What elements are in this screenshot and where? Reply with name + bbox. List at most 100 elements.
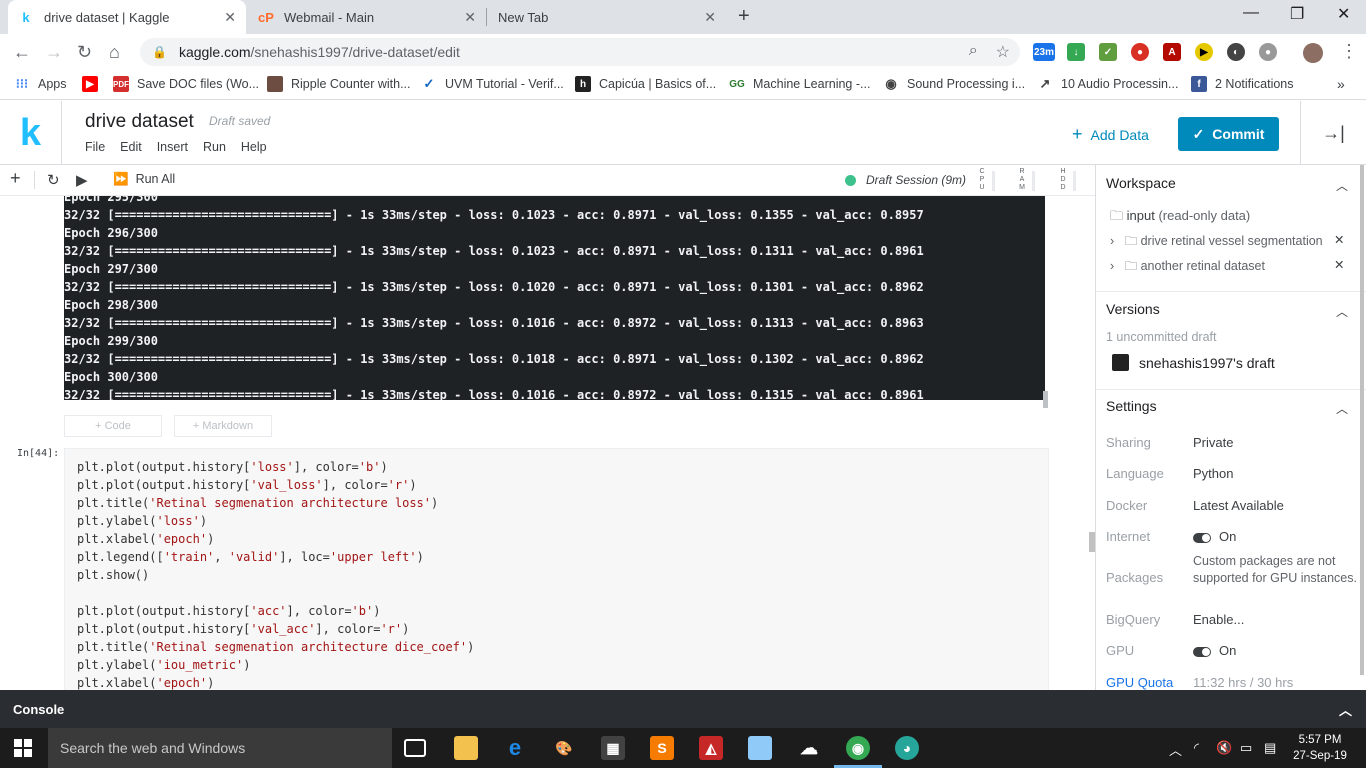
chrome-menu-icon[interactable]: ⋮ — [1340, 41, 1358, 62]
versions-collapse-icon[interactable]: ︿ — [1336, 303, 1348, 320]
output-line: Epoch 298/300 — [64, 298, 158, 312]
forward-arrow-icon[interactable]: → — [45, 42, 63, 63]
tray-chevron-icon[interactable]: ︿ — [1169, 740, 1182, 759]
grey-extension-icon[interactable]: ● — [1259, 43, 1277, 61]
cell-prompt: In[44]: — [17, 448, 60, 459]
record-extension-icon[interactable]: ● — [1131, 43, 1149, 61]
app-icon[interactable]: ◕ — [895, 736, 919, 760]
menu-file[interactable]: File — [85, 140, 105, 154]
bookmark-notifications[interactable]: f 2 Notifications — [1191, 76, 1294, 92]
language-value[interactable]: Python — [1193, 466, 1233, 481]
zoom-search-icon[interactable]: ⌕ — [969, 42, 978, 62]
settings-collapse-icon[interactable]: ︿ — [1336, 400, 1348, 417]
run-cell-icon[interactable]: ▶ — [76, 171, 88, 189]
dataset-item[interactable]: › 🗀 drive retinal vessel segmentation — [1110, 232, 1323, 253]
restore-icon[interactable]: ❐ — [1290, 4, 1304, 24]
timer-extension-icon[interactable]: 23m — [1033, 43, 1055, 61]
menu-insert[interactable]: Insert — [157, 140, 188, 154]
new-tab-plus-icon[interactable]: + — [738, 5, 750, 28]
gpu-toggle[interactable]: On — [1193, 643, 1236, 658]
input-folder[interactable]: 🗀 input (read-only data) — [1110, 207, 1250, 229]
windows-start-icon[interactable] — [14, 739, 32, 757]
commit-button[interactable]: ✓ Commit — [1178, 117, 1279, 151]
bookmark-youtube[interactable]: ▶ — [82, 76, 106, 92]
reload-icon[interactable]: ↻ — [77, 42, 92, 63]
photos-icon[interactable] — [748, 736, 772, 760]
inbox-extension-icon[interactable]: ✓ — [1099, 43, 1117, 61]
file-explorer-icon[interactable] — [454, 736, 478, 760]
kaggle-logo[interactable]: k — [0, 101, 62, 165]
notifications-icon[interactable]: ▤ — [1264, 740, 1276, 756]
bookmark-machine-learning[interactable]: GG Machine Learning -... — [729, 76, 870, 92]
address-bar[interactable]: 🔒 kaggle.com /snehashis1997/drive-datase… — [140, 38, 1020, 66]
workspace-collapse-icon[interactable]: ︿ — [1336, 177, 1348, 194]
bookmark-sound-processing[interactable]: ◉ Sound Processing i... — [883, 76, 1025, 92]
code-cell[interactable]: plt.plot(output.history['loss'], color='… — [64, 448, 1049, 690]
notebook-title[interactable]: drive dataset — [85, 111, 194, 133]
dark-extension-icon[interactable]: ◐ — [1227, 43, 1245, 61]
run-all-button[interactable]: ⏩ Run All — [113, 172, 175, 187]
task-view-icon[interactable] — [404, 739, 426, 757]
remove-dataset-icon[interactable]: ✕ — [1334, 257, 1344, 272]
bookmark-save-doc[interactable]: PDF Save DOC files (Wo... — [113, 76, 259, 92]
profile-avatar[interactable] — [1303, 43, 1323, 63]
menu-help[interactable]: Help — [241, 140, 267, 154]
bookmark-capicua[interactable]: h Capicúa | Basics of... — [575, 76, 716, 92]
yellow-extension-icon[interactable]: ▶ — [1195, 43, 1213, 61]
add-markdown-button[interactable]: + Markdown — [174, 415, 272, 437]
bookmarks-overflow-icon[interactable]: » — [1337, 76, 1345, 92]
docker-value[interactable]: Latest Available — [1193, 498, 1284, 513]
close-tab-icon[interactable]: ✕ — [704, 9, 716, 26]
restart-icon[interactable]: ↻ — [47, 171, 60, 189]
internet-toggle[interactable]: On — [1193, 529, 1236, 544]
close-tab-icon[interactable]: ✕ — [224, 9, 236, 26]
bookmark-audio-processing[interactable]: ↗ 10 Audio Processin... — [1037, 76, 1179, 92]
code-token: ) — [409, 478, 417, 492]
bigquery-enable-link[interactable]: Enable... — [1193, 612, 1244, 627]
draft-version-item[interactable]: snehashis1997's draft — [1112, 354, 1275, 371]
dataset-item[interactable]: › 🗀 another retinal dataset — [1110, 257, 1265, 278]
onedrive-icon[interactable]: ☁ — [797, 736, 821, 760]
pdf-extension-icon[interactable]: A — [1163, 43, 1181, 61]
gpu-quota-link[interactable]: GPU Quota — [1106, 675, 1173, 690]
matlab-icon[interactable]: ◭ — [699, 736, 723, 760]
menu-edit[interactable]: Edit — [120, 140, 142, 154]
battery-icon[interactable]: ▭ — [1240, 740, 1252, 756]
bookmark-uvm-tutorial[interactable]: ✓ UVM Tutorial - Verif... — [421, 76, 564, 92]
volume-muted-icon[interactable]: 🔇 — [1216, 740, 1232, 756]
minimize-icon[interactable]: — — [1243, 4, 1259, 22]
session-status[interactable]: Draft Session (9m) — [845, 173, 966, 187]
download-extension-icon[interactable]: ↓ — [1067, 43, 1085, 61]
chrome-icon[interactable]: ◉ — [846, 736, 870, 760]
paint-icon[interactable]: 🎨 — [552, 736, 576, 760]
code-line: plt.xlabel('epoch') — [77, 530, 1048, 548]
wifi-icon[interactable]: ◜ — [1194, 740, 1199, 756]
menu-run[interactable]: Run — [203, 140, 226, 154]
bookmark-star-icon[interactable]: ☆ — [996, 42, 1010, 62]
tab-new-tab[interactable]: New Tab ✕ — [488, 0, 726, 34]
calculator-icon[interactable]: ▦ — [601, 736, 625, 760]
remove-dataset-icon[interactable]: ✕ — [1334, 232, 1344, 247]
bookmark-apps[interactable]: ⁝⁝⁝ Apps — [14, 76, 67, 92]
tab-webmail[interactable]: cP Webmail - Main ✕ — [248, 0, 486, 34]
window-close-icon[interactable]: ✕ — [1337, 4, 1350, 24]
home-icon[interactable]: ⌂ — [109, 42, 120, 63]
sharing-value[interactable]: Private — [1193, 435, 1233, 450]
console-bar[interactable]: Console ︿ — [0, 690, 1366, 728]
sublime-icon[interactable]: S — [650, 736, 674, 760]
add-cell-plus-icon[interactable]: + — [10, 168, 21, 189]
expand-console-icon[interactable]: ︿ — [1339, 700, 1352, 719]
back-arrow-icon[interactable]: ← — [13, 42, 31, 63]
code-token: ) — [207, 532, 215, 546]
add-code-button[interactable]: + Code — [64, 415, 162, 437]
taskbar-clock[interactable]: 5:57 PM 27-Sep-19 — [1290, 732, 1350, 764]
output-scrollbar[interactable] — [1043, 391, 1048, 408]
bookmark-ripple-counter[interactable]: Ripple Counter with... — [267, 76, 411, 92]
edge-icon[interactable]: e — [503, 735, 527, 760]
close-tab-icon[interactable]: ✕ — [464, 9, 476, 26]
tab-kaggle[interactable]: k drive dataset | Kaggle ✕ — [8, 0, 246, 34]
taskbar-search[interactable]: Search the web and Windows — [48, 728, 392, 768]
collapse-panel-icon[interactable]: →| — [1300, 101, 1366, 165]
panel-scrollbar[interactable] — [1360, 165, 1364, 675]
add-data-button[interactable]: + Add Data — [1072, 124, 1149, 145]
